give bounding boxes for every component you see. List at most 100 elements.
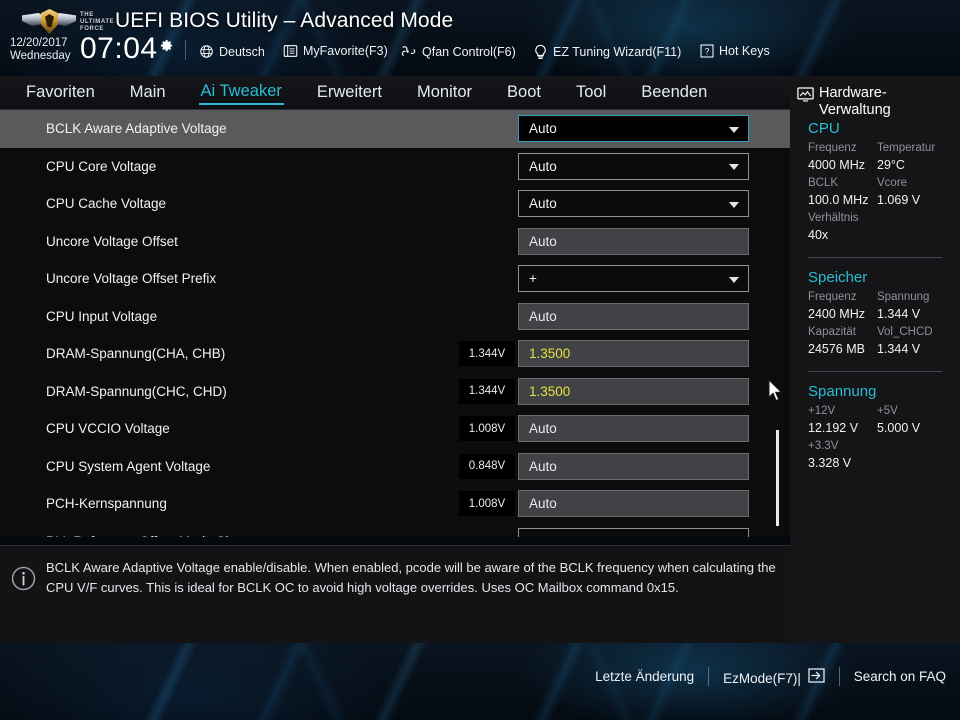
setting-row[interactable]: Uncore Voltage Offset Prefix + <box>0 260 790 298</box>
clock-display: 07:04 <box>80 32 158 65</box>
setting-row[interactable]: CPU Core Voltage Auto <box>0 148 790 186</box>
sidebar-stat-key: Temperatur <box>877 142 936 154</box>
scrollbar-thumb[interactable] <box>776 430 779 526</box>
setting-input[interactable]: Auto <box>518 302 749 330</box>
sidebar-stat-row: Frequenz 2400 MHz Spannung 1.344 V <box>790 288 960 323</box>
setting-dropdown[interactable]: + <box>518 265 749 293</box>
setting-dropdown[interactable]: Auto <box>518 115 749 143</box>
setting-input[interactable]: Auto <box>518 415 749 443</box>
setting-row[interactable]: DRAM-Spannung(CHA, CHB) 1.344V 1.3500 <box>0 335 790 373</box>
footer-divider-1 <box>708 667 710 686</box>
setting-input[interactable]: Auto <box>518 452 749 480</box>
date-value: 12/20/2017 <box>10 37 68 49</box>
last-modified-link[interactable]: Letzte Änderung <box>595 669 694 684</box>
setting-value: Auto <box>529 496 557 512</box>
setting-row[interactable]: BCLK Aware Adaptive Voltage Auto <box>0 110 790 148</box>
search-faq-link[interactable]: Search on FAQ <box>854 669 946 684</box>
logo-line-1: THE <box>80 12 94 18</box>
hot-keys-button[interactable]: ? Hot Keys <box>700 44 770 58</box>
chevron-down-icon <box>729 201 739 208</box>
svg-text:?: ? <box>705 47 710 56</box>
language-button[interactable]: Deutsch <box>199 44 265 59</box>
monitored-value: 1.008V <box>459 416 515 442</box>
setting-row[interactable]: CPU VCCIO Voltage 1.008V Auto <box>0 410 790 448</box>
sidebar-stat-key: BCLK <box>808 177 839 189</box>
setting-value: Auto <box>529 233 557 249</box>
setting-label: PCH-Kernspannung <box>46 496 167 512</box>
sidebar-stat-key: Vol_CHCD <box>877 326 933 338</box>
sidebar-stat-value: 2400 MHz <box>808 307 865 321</box>
setting-row[interactable]: PCH-Kernspannung 1.008V Auto <box>0 485 790 523</box>
bios-screen: THE ULTIMATE FORCE UEFI BIOS Utility – A… <box>0 0 960 720</box>
sidebar-stat-value: 3.328 V <box>808 456 852 470</box>
setting-row[interactable]: DRAM-Spannung(CHC, CHD) 1.344V 1.3500 <box>0 373 790 411</box>
sidebar-stat-value: 1.069 V <box>877 193 921 207</box>
setting-row[interactable]: CPU Cache Voltage Auto <box>0 185 790 223</box>
tab-beenden[interactable]: Beenden <box>639 82 709 104</box>
setting-dropdown[interactable]: Auto <box>518 190 749 218</box>
sidebar-stat: Frequenz 2400 MHz <box>808 288 877 323</box>
setting-row[interactable]: Uncore Voltage Offset Auto <box>0 223 790 261</box>
ez-mode-label: EzMode(F7)| <box>723 670 801 686</box>
sidebar-stat-key: Kapazität <box>808 326 856 338</box>
setting-input[interactable]: 1.3500 <box>518 340 749 368</box>
setting-label: Uncore Voltage Offset <box>46 233 178 249</box>
sidebar-stat: Frequenz 4000 MHz <box>808 139 877 174</box>
setting-label: CPU Cache Voltage <box>46 196 167 212</box>
tab-favoriten[interactable]: Favoriten <box>24 82 97 104</box>
tab-ai-tweaker[interactable]: Ai Tweaker <box>198 81 284 105</box>
setting-dropdown[interactable]: Auto <box>518 152 749 180</box>
logo-line-2: ULTIMATE <box>80 19 115 26</box>
chevron-down-icon <box>729 276 739 283</box>
setting-value: + <box>529 271 537 287</box>
header: THE ULTIMATE FORCE UEFI BIOS Utility – A… <box>0 0 960 76</box>
setting-input[interactable]: 1.3500 <box>518 377 749 405</box>
tab-erweitert[interactable]: Erweitert <box>315 82 384 104</box>
ez-tuning-wizard-button[interactable]: EZ Tuning Wizard(F11) <box>533 44 681 60</box>
sidebar-stat: BCLK 100.0 MHz <box>808 174 877 209</box>
footer-divider-2 <box>838 667 840 686</box>
gear-icon[interactable] <box>159 38 174 53</box>
setting-row[interactable]: PLL Reference Offset Mode Sign + <box>0 523 790 537</box>
sidebar-stat: +12V 12.192 V <box>808 402 877 437</box>
settings-scrollbar[interactable] <box>776 110 780 537</box>
setting-row[interactable]: CPU System Agent Voltage 0.848V Auto <box>0 448 790 486</box>
header-divider-1 <box>185 40 186 60</box>
tab-tool[interactable]: Tool <box>574 82 608 104</box>
sidebar-section-title: Spannung <box>808 383 877 400</box>
sidebar-stat-key: +5V <box>877 405 898 417</box>
sidebar-stat-value: 29°C <box>877 158 905 172</box>
myfavorite-button[interactable]: MyFavorite(F3) <box>283 44 388 58</box>
sidebar-stat-key: Frequenz <box>808 291 857 303</box>
ez-mode-link[interactable]: EzMode(F7)| <box>723 667 825 686</box>
monitored-value: 1.344V <box>459 341 515 367</box>
ez-tuning-label: EZ Tuning Wizard(F11) <box>553 45 682 59</box>
tab-main[interactable]: Main <box>128 82 168 104</box>
chevron-down-icon <box>729 164 739 171</box>
enter-arrow-icon <box>808 667 825 683</box>
qfan-control-button[interactable]: Qfan Control(F6) <box>400 44 516 59</box>
language-label: Deutsch <box>219 44 265 59</box>
setting-row[interactable]: CPU Input Voltage Auto <box>0 298 790 336</box>
setting-value: Auto <box>529 158 557 174</box>
setting-input[interactable]: Auto <box>518 227 749 255</box>
question-box-icon: ? <box>700 44 714 58</box>
tab-boot[interactable]: Boot <box>505 82 543 104</box>
hardware-monitor-sidebar: Hardware-Verwaltung CPU Frequenz 4000 MHz T… <box>790 76 960 643</box>
myfavorite-label: MyFavorite(F3) <box>303 44 388 58</box>
setting-label: DRAM-Spannung(CHA, CHB) <box>46 346 226 362</box>
sidebar-title-label: Hardware-Verwaltung <box>819 85 891 118</box>
setting-label: CPU Input Voltage <box>46 308 158 324</box>
sidebar-stat-value: 40x <box>808 228 829 242</box>
setting-dropdown[interactable]: + <box>518 527 749 537</box>
tab-monitor[interactable]: Monitor <box>415 82 474 104</box>
sidebar-stat-value: 12.192 V <box>808 421 859 435</box>
monitored-value: 1.344V <box>459 378 515 404</box>
help-panel: BCLK Aware Adaptive Voltage enable/disab… <box>0 545 790 643</box>
setting-input[interactable]: Auto <box>518 490 749 518</box>
sidebar-stat: Vol_CHCD 1.344 V <box>877 323 946 358</box>
sidebar-stat-key: Verhältnis <box>808 212 859 224</box>
hot-keys-label: Hot Keys <box>719 44 770 58</box>
sidebar-stat-key: Spannung <box>877 291 930 303</box>
footer: Letzte Änderung EzMode(F7)| Search on FA… <box>0 643 960 720</box>
